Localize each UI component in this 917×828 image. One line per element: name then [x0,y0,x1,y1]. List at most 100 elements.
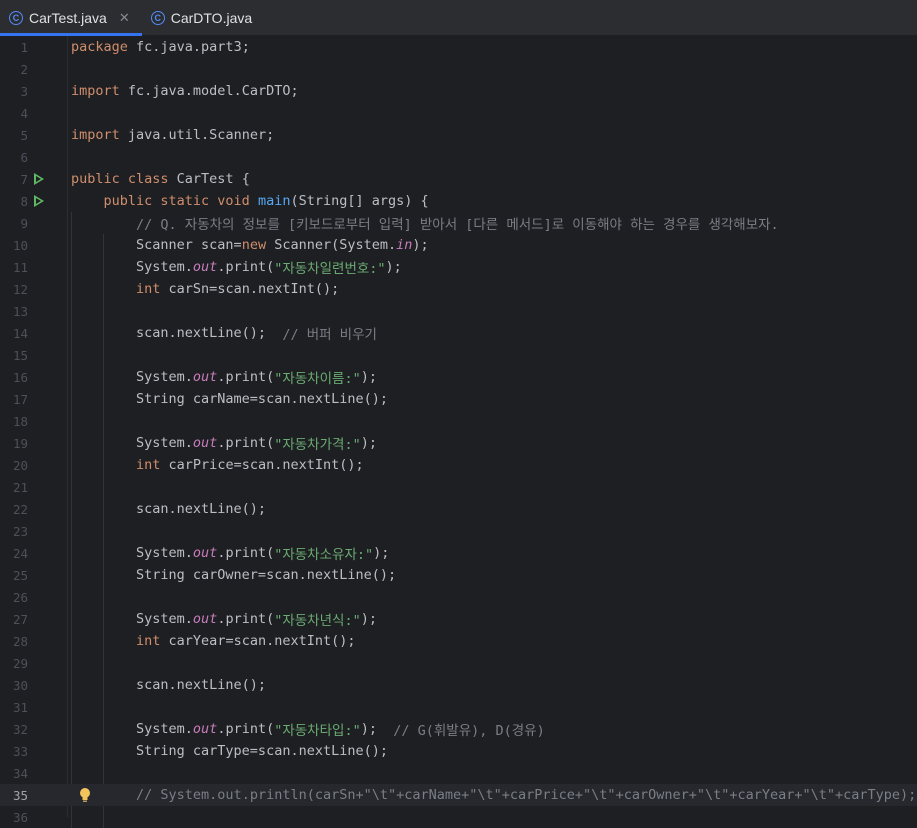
code-line[interactable]: 1 package fc.java.part3; [0,36,917,58]
code-line[interactable]: 34 [0,762,917,784]
code-line[interactable]: 15 [0,344,917,366]
code-line[interactable]: 19 System. out .print("자동차가격:"); [0,432,917,454]
code-line[interactable]: 27 System. out .print("자동차년식:"); [0,608,917,630]
code-line[interactable]: 28 int carYear=scan.nextInt(); [0,630,917,652]
code-text: public class CarTest { [71,168,250,190]
close-icon[interactable]: ✕ [119,10,130,26]
code-text: System. out .print("자동차소유자:"); [71,542,389,564]
code-text: Scanner scan= new Scanner(System. in); [71,234,429,256]
code-line[interactable]: 35 // System.out.println(carSn+"\t"+carN… [0,784,917,806]
code-line[interactable]: 18 [0,410,917,432]
code-line[interactable]: 25 String carOwner=scan.nextLine(); [0,564,917,586]
line-number: 8 [20,193,28,209]
class-icon: C [9,10,23,25]
code-line[interactable]: 20 int carPrice=scan.nextInt(); [0,454,917,476]
code-line[interactable]: 11 System. out .print("자동차일련번호:"); [0,256,917,278]
code-line[interactable]: 8 public static void main (String[] args)… [0,190,917,212]
code-token: main [257,193,291,209]
code-token: scan.nextLine(); [71,325,283,341]
code-line[interactable]: 12 int carSn=scan.nextInt(); [0,278,917,300]
line-number: 22 [12,501,28,517]
code-text: int carYear=scan.nextInt(); [71,630,355,652]
code-line[interactable]: 10 Scanner scan= new Scanner(System. in); [0,234,917,256]
code-line[interactable]: 30 scan.nextLine(); [0,674,917,696]
code-line[interactable]: 6 [0,146,917,168]
code-line[interactable]: 13 [0,300,917,322]
code-token: import [71,127,128,143]
code-text: package fc.java.part3; [71,36,250,58]
line-number: 30 [12,677,28,693]
code-token: ); [360,611,377,627]
code-token: "자동차가격:" [274,437,361,453]
tab-cartest[interactable]: C CarTest.java ✕ [0,0,142,36]
code-token: CarTest { [176,171,250,187]
code-line[interactable]: 22 scan.nextLine(); [0,498,917,520]
code-token: Scanner(System. [274,237,397,253]
line-number: 11 [12,259,28,275]
code-line[interactable]: 9 // Q. 자동차의 정보를 [키보드로부터 입력] 받아서 [다른 메서드… [0,212,917,234]
code-line[interactable]: 7 public class CarTest { [0,168,917,190]
code-line[interactable]: 24 System. out .print("자동차소유자:"); [0,542,917,564]
code-token: ); [360,435,377,451]
line-number: 13 [12,303,28,319]
code-editor[interactable]: 1 package fc.java.part3; 2 3 import fc.java.… [0,36,917,828]
code-line[interactable]: 29 [0,652,917,674]
code-line[interactable]: 5 import java.util.Scanner; [0,124,917,146]
line-number: 12 [12,281,28,297]
code-token: ); [373,545,390,561]
code-token: String carName=scan.nextLine(); [71,391,388,407]
code-text: System. out .print("자동차일련번호:"); [71,256,402,278]
tab-cardto[interactable]: C CarDTO.java [142,0,264,35]
run-icon[interactable] [32,168,46,190]
code-text: int carPrice=scan.nextInt(); [71,454,364,476]
code-line[interactable]: 23 [0,520,917,542]
code-token: // 버퍼 비우기 [282,327,377,343]
class-icon: C [150,10,165,25]
tab-label: CarTest.java [29,9,107,26]
line-number: 19 [12,435,28,451]
code-line[interactable]: 4 [0,102,917,124]
code-token: System. [71,435,193,451]
code-line[interactable]: 14 scan.nextLine(); // 버퍼 비우기 [0,322,917,344]
code-text: import java.util.Scanner; [71,124,274,146]
run-icon[interactable] [32,190,46,212]
line-number: 27 [12,611,28,627]
code-line[interactable]: 21 [0,476,917,498]
code-line[interactable]: 2 [0,58,917,80]
code-token: fc.java.model.CarDTO; [127,83,299,99]
code-line[interactable]: 33 String carType=scan.nextLine(); [0,740,917,762]
code-line[interactable]: 32 System. out .print("자동차타입:"); // G(휘발유)… [0,718,917,740]
code-token: carSn=scan.nextInt(); [168,281,340,297]
line-number: 10 [12,237,28,253]
line-number: 28 [12,633,28,649]
code-line[interactable]: 36 [0,806,917,828]
code-text: scan.nextLine(); [71,674,266,696]
code-token: ); [360,369,377,385]
line-number: 16 [12,369,28,385]
line-number: 14 [12,325,28,341]
code-token: System. [71,721,193,737]
line-number: 15 [12,347,28,363]
code-token: Scanner scan= [71,237,242,253]
line-number: 32 [12,721,28,737]
code-line[interactable]: 3 import fc.java.model.CarDTO; [0,80,917,102]
code-token: ); [385,259,402,275]
code-token: System. [71,259,193,275]
code-line[interactable]: 16 System. out .print("자동차이름:"); [0,366,917,388]
code-line[interactable]: 26 [0,586,917,608]
code-line[interactable]: 17 String carName=scan.nextLine(); [0,388,917,410]
line-number: 2 [20,61,28,77]
code-token: ); [412,237,429,253]
line-number: 7 [20,171,28,187]
code-text: System. out .print("자동차이름:"); [71,366,377,388]
code-token: System. [71,545,193,561]
code-token: String carOwner=scan.nextLine(); [71,567,397,583]
code-text: public static void main (String[] args) { [71,190,429,212]
code-line[interactable]: 31 [0,696,917,718]
code-token: String carType=scan.nextLine(); [71,743,388,759]
line-number: 9 [20,215,28,231]
line-number: 24 [12,545,28,561]
code-token: // Q. 자동차의 정보를 [키보드로부터 입력] 받아서 [다른 메서드]로… [136,217,779,233]
